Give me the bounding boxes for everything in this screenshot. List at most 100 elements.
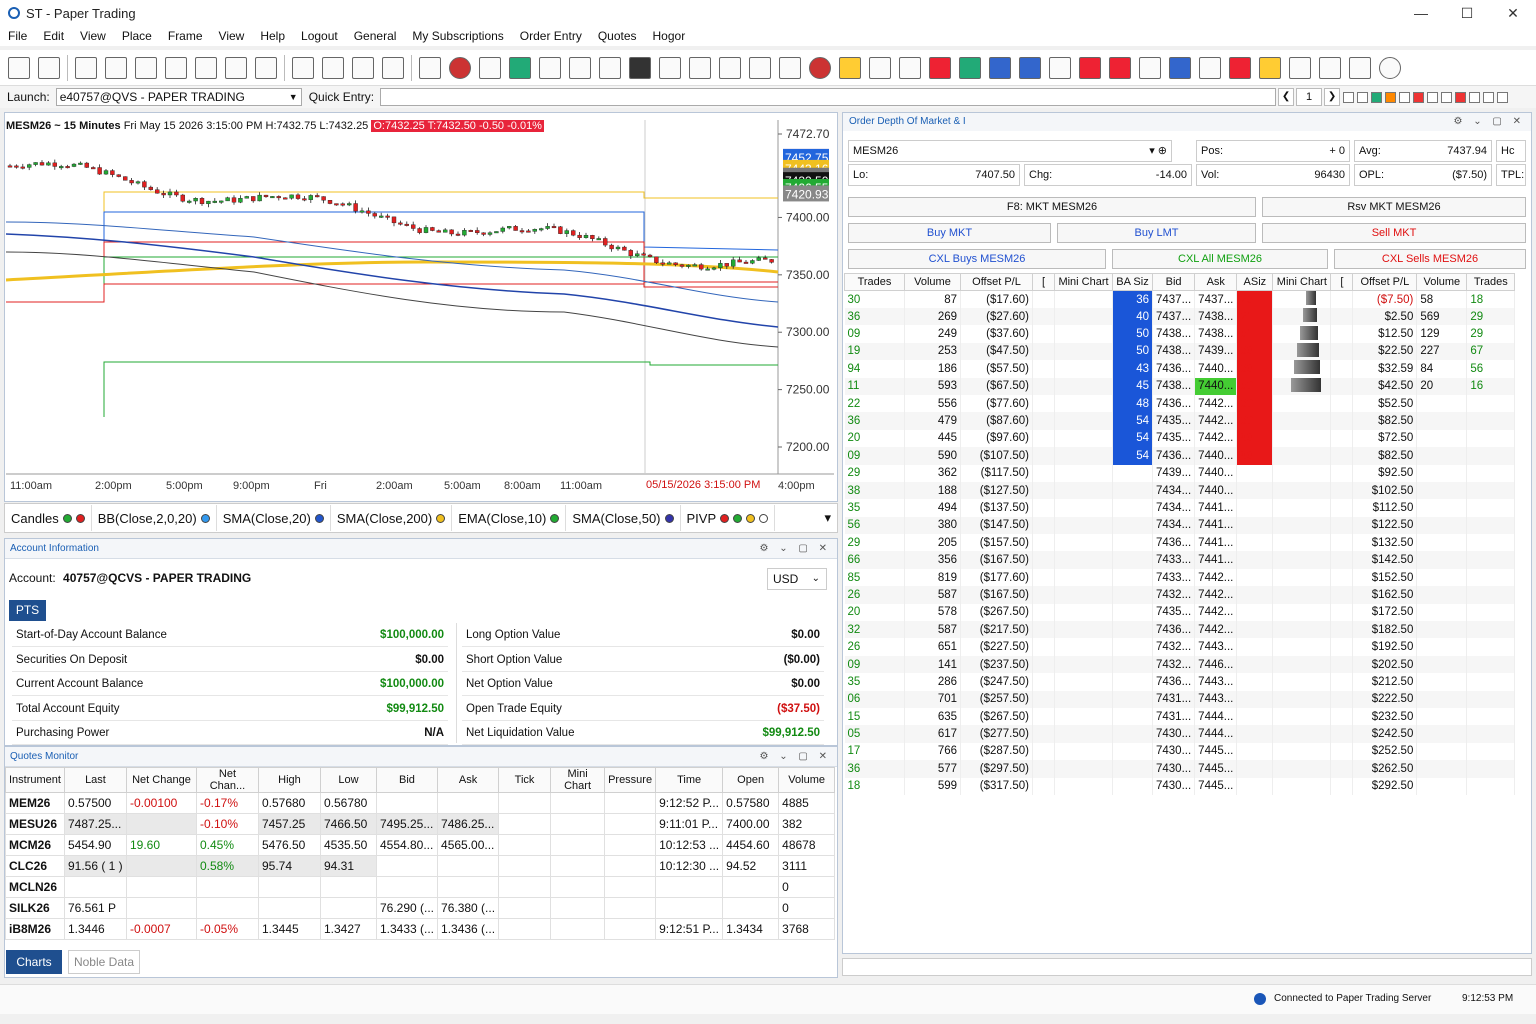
- dom-row[interactable]: 56 380 ($147.50) 7434... 7441... $122.50: [844, 516, 1516, 535]
- dom-row[interactable]: 36 577 ($297.50) 7430... 7445... $262.50: [844, 760, 1516, 778]
- dom-row[interactable]: 38 188 ($127.50) 7434... 7440... $102.50: [844, 481, 1516, 500]
- dom-row[interactable]: 22 556 ($77.60) 48 7436... 7442... 30 $52.50: [844, 394, 1516, 413]
- box-icon[interactable]: [1399, 91, 1411, 103]
- page-icon[interactable]: [75, 56, 97, 79]
- dom-row[interactable]: 30 87 ($17.60) 36 7437... 7437... 23 ($7.50) 58 1…: [844, 290, 1516, 308]
- line-chart-icon[interactable]: [419, 56, 441, 79]
- report-icon[interactable]: [899, 56, 921, 79]
- tab-noble-data[interactable]: Noble Data: [68, 950, 140, 974]
- menu-place[interactable]: Place: [114, 29, 160, 43]
- menu-help[interactable]: Help: [252, 29, 293, 43]
- dom-row[interactable]: 26 651 ($227.50) 7432... 7443... $192.50: [844, 638, 1516, 656]
- mail-icon[interactable]: [1109, 56, 1131, 79]
- quotes-row[interactable]: MEM26 0.57500 -0.00100 -0.17% 0.57680 0.56780…: [5, 792, 836, 814]
- page-number[interactable]: 1: [1296, 88, 1323, 106]
- building-icon[interactable]: [1289, 56, 1311, 79]
- box-2-icon[interactable]: [1427, 91, 1439, 103]
- dom-row[interactable]: 35 286 ($247.50) 7436... 7443... $212.50: [844, 673, 1516, 691]
- bar-chart-icon[interactable]: [1259, 56, 1281, 79]
- dom-row[interactable]: 09 141 ($237.50) 7432... 7446... $202.50: [844, 655, 1516, 674]
- download-icon[interactable]: [1169, 56, 1191, 79]
- dom-column-header[interactable]: Trades: [844, 273, 905, 291]
- print-preview-icon[interactable]: [38, 56, 60, 79]
- prev-icon[interactable]: ❮: [1278, 88, 1295, 106]
- dom-column-header[interactable]: Bid: [1151, 273, 1196, 291]
- quotes-row[interactable]: SILK26 76.561 P 76.290 (... 76.380 (... 0: [5, 897, 836, 919]
- red-box-icon[interactable]: [1413, 91, 1425, 103]
- box-5-icon[interactable]: [1483, 91, 1495, 103]
- dom-row[interactable]: 26 587 ($167.50) 7432... 7442... $162.50: [844, 586, 1516, 604]
- chart-4-icon[interactable]: [382, 56, 404, 79]
- indicator-item[interactable]: Candles: [5, 505, 92, 531]
- notes-icon[interactable]: [1349, 56, 1371, 79]
- next-icon[interactable]: ❯: [1324, 88, 1341, 106]
- dom-row[interactable]: 09 249 ($37.60) 50 7438... 7438... 51 $12.50 129…: [844, 325, 1516, 343]
- quotes-column-header[interactable]: Pressure: [604, 767, 657, 793]
- people-icon[interactable]: [959, 56, 981, 79]
- quotes-row[interactable]: MCLN26 0: [5, 876, 836, 898]
- dom-row[interactable]: 32 587 ($217.50) 7436... 7442... $182.50: [844, 621, 1516, 639]
- clock-icon[interactable]: [809, 56, 831, 79]
- window-icon[interactable]: [165, 56, 187, 79]
- menu-view-2[interactable]: View: [211, 29, 253, 43]
- green-box-icon[interactable]: [1371, 91, 1383, 103]
- dom-row[interactable]: 15 635 ($267.50) 7431... 7444... $232.50: [844, 707, 1516, 726]
- dom-row[interactable]: 29 205 ($157.50) 7436... 7441... $132.50: [844, 534, 1516, 552]
- chat-icon[interactable]: [195, 56, 217, 79]
- dom-row[interactable]: 17 766 ($287.50) 7430... 7445... $252.50: [844, 742, 1516, 761]
- close-window-icon[interactable]: [225, 56, 247, 79]
- panel-controls-icon[interactable]: ⚙ ⌄ ▢ ✕: [1453, 113, 1525, 131]
- dom-column-header[interactable]: [: [1032, 273, 1055, 291]
- tab-pts[interactable]: PTS: [9, 600, 46, 621]
- quotes-column-header[interactable]: Mini Chart: [550, 767, 606, 793]
- network-icon[interactable]: [479, 56, 501, 79]
- quotes-column-header[interactable]: Volume: [778, 767, 836, 793]
- quotes-column-header[interactable]: Tick: [498, 767, 552, 793]
- dom-row[interactable]: 36 269 ($27.60) 40 7437... 7438... 21 $2.50 569 2…: [844, 308, 1516, 326]
- indicator-item[interactable]: BB(Close,2,0,20): [92, 505, 217, 531]
- dom-column-header[interactable]: Mini Chart: [1054, 273, 1113, 291]
- dom-row[interactable]: 19 253 ($47.50) 50 7438... 7439... 38 $22.50 227…: [844, 342, 1516, 361]
- monitor-icon[interactable]: [539, 56, 561, 79]
- map-icon[interactable]: [1079, 56, 1101, 79]
- refresh-icon[interactable]: [255, 56, 277, 79]
- dom-row[interactable]: 20 578 ($267.50) 7435... 7442... $172.50: [844, 603, 1516, 622]
- help-icon[interactable]: [1379, 56, 1401, 79]
- flag-icon[interactable]: [1049, 56, 1071, 79]
- menu-file[interactable]: File: [0, 29, 35, 43]
- indicator-item[interactable]: SMA(Close,200): [331, 505, 453, 531]
- dom-symbol-input[interactable]: MESM26 ▾ ⊕: [848, 140, 1172, 162]
- chart-icon[interactable]: [292, 56, 314, 79]
- dom-column-header[interactable]: Offset P/L: [960, 273, 1033, 291]
- quick-entry-input[interactable]: [380, 88, 1277, 106]
- plus-icon[interactable]: [1139, 56, 1161, 79]
- close-button[interactable]: ✕: [1490, 0, 1536, 26]
- cxl-sells-button[interactable]: CXL Sells MESM26: [1334, 249, 1526, 269]
- quotes-row[interactable]: MESU26 7487.25... -0.10% 7457.25 7466.50 7495…: [5, 813, 836, 835]
- maximize-button[interactable]: ☐: [1444, 0, 1490, 26]
- abc-icon[interactable]: [839, 56, 861, 79]
- f8-mkt-button[interactable]: F8: MKT MESM26: [848, 197, 1256, 217]
- bars-icon[interactable]: [989, 56, 1011, 79]
- quotes-column-header[interactable]: Last: [63, 767, 127, 793]
- panel-controls-icon[interactable]: ⚙ ⌄ ▢ ✕: [759, 747, 831, 767]
- buy-lmt-button[interactable]: Buy LMT: [1057, 223, 1256, 243]
- dom-row[interactable]: 66 356 ($167.50) 7433... 7441... $142.50: [844, 551, 1516, 569]
- car-icon[interactable]: [929, 56, 951, 79]
- dom-row[interactable]: 20 445 ($97.60) 54 7435... 7442... 88 $72.50: [844, 429, 1516, 448]
- rsv-mkt-button[interactable]: Rsv MKT MESM26: [1262, 197, 1526, 217]
- quotes-column-header[interactable]: Ask: [437, 767, 500, 793]
- indicator-item[interactable]: SMA(Close,20): [217, 505, 331, 531]
- dom-row[interactable]: 35 494 ($137.50) 7434... 7441... $112.50: [844, 499, 1516, 517]
- grid-icon[interactable]: [869, 56, 891, 79]
- quotes-row[interactable]: iB8M26 1.3446 -0.0007 -0.05% 1.3445 1.3427 1.3…: [5, 918, 836, 940]
- dom-column-header[interactable]: Trades: [1466, 273, 1516, 291]
- calendar-icon[interactable]: [779, 56, 801, 79]
- quotes-row[interactable]: CLC26 91.56 ( 1 ) 0.58% 95.74 94.31 10:12:30 …: [5, 855, 836, 877]
- menu-frame[interactable]: Frame: [160, 29, 211, 43]
- dom-row[interactable]: 05 617 ($277.50) 7430... 7444... $242.50: [844, 725, 1516, 743]
- dom-row[interactable]: 29 362 ($117.50) 7439... 7440... $92.50: [844, 464, 1516, 482]
- dom-row[interactable]: 18 599 ($317.50) 7430... 7445... $292.50: [844, 777, 1516, 795]
- screen-icon[interactable]: [569, 56, 591, 79]
- dom-row[interactable]: 09 590 ($107.50) 54 7436... 7440... 88 $82.50: [844, 447, 1516, 465]
